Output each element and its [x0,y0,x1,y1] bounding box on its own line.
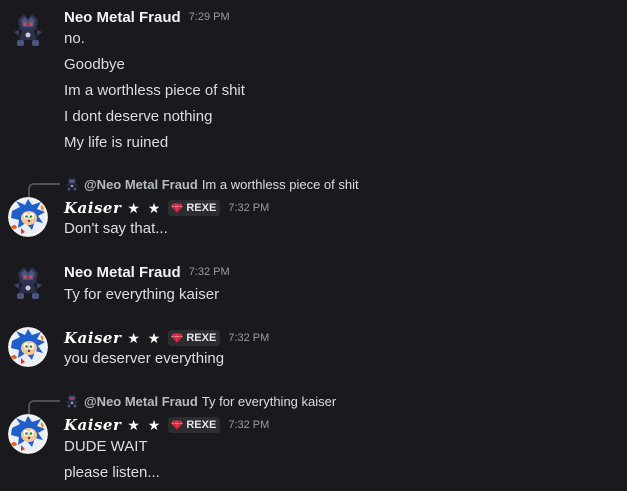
message-header: 𝑲𝒂𝒊𝒔𝒆𝒓 ★ ★ REXE 7:32 PM [64,328,269,348]
reply-text: Ty for everything kaiser [201,393,337,409]
server-tag-label: REXE [186,202,217,214]
reply-content: @Neo Metal Fraud Ty for everything kaise… [64,393,336,409]
reply-spine [28,400,60,414]
message-header: Neo Metal Fraud 7:29 PM [64,7,230,27]
message-text: please listen... [64,464,160,481]
reply-spine [28,183,60,197]
metal-robot-avatar-icon[interactable] [8,10,48,50]
username[interactable]: 𝑲𝒂𝒊𝒔𝒆𝒓 [64,329,121,347]
name-stars: ★ ★ [127,329,163,346]
message-text: Don't say that... [64,220,168,237]
reply-content: @Neo Metal Fraud Im a worthless piece of… [64,176,359,192]
reply-mention[interactable]: @Neo Metal Fraud [84,177,198,192]
blue-hedgehog-avatar-icon[interactable] [8,197,48,237]
server-tag-label: REXE [186,332,217,344]
username[interactable]: 𝑲𝒂𝒊𝒔𝒆𝒓 [64,416,121,434]
message-text: Goodbye [64,56,125,73]
message-text: Ty for everything kaiser [64,286,220,303]
reply-mention[interactable]: @Neo Metal Fraud [84,394,198,409]
server-tag[interactable]: REXE [168,417,221,433]
message-header: 𝑲𝒂𝒊𝒔𝒆𝒓 ★ ★ REXE 7:32 PM [64,415,269,435]
username[interactable]: Neo Metal Fraud [64,9,181,26]
message-text: no. [64,30,85,47]
red-gem-icon [171,332,183,344]
metal-robot-avatar-icon[interactable] [8,263,48,303]
name-stars: ★ ★ [127,416,163,433]
message-header: 𝑲𝒂𝒊𝒔𝒆𝒓 ★ ★ REXE 7:32 PM [64,198,269,218]
timestamp[interactable]: 7:32 PM [189,266,230,278]
metal-robot-avatar-icon [64,176,80,192]
timestamp[interactable]: 7:32 PM [228,202,269,214]
message-text: My life is ruined [64,134,169,151]
timestamp[interactable]: 7:29 PM [189,11,230,23]
red-gem-icon [171,419,183,431]
message-text: I dont deserve nothing [64,108,213,125]
blue-hedgehog-avatar-icon[interactable] [8,414,48,454]
reply-text: Im a worthless piece of shit [201,176,359,192]
red-gem-icon [171,202,183,214]
metal-robot-avatar-icon [64,393,80,409]
timestamp[interactable]: 7:32 PM [228,332,269,344]
message-header: Neo Metal Fraud 7:32 PM [64,262,230,282]
message-text: you deserver everything [64,350,225,367]
server-tag[interactable]: REXE [168,200,221,216]
blue-hedgehog-avatar-icon[interactable] [8,327,48,367]
message-text: DUDE WAIT [64,438,148,455]
username[interactable]: 𝑲𝒂𝒊𝒔𝒆𝒓 [64,199,121,217]
server-tag-label: REXE [186,419,217,431]
timestamp[interactable]: 7:32 PM [228,419,269,431]
chat-log: Neo Metal Fraud 7:29 PM no. Goodbye Im a… [0,0,627,491]
username[interactable]: Neo Metal Fraud [64,264,181,281]
server-tag[interactable]: REXE [168,330,221,346]
message-text: Im a worthless piece of shit [64,82,245,99]
name-stars: ★ ★ [127,199,163,216]
